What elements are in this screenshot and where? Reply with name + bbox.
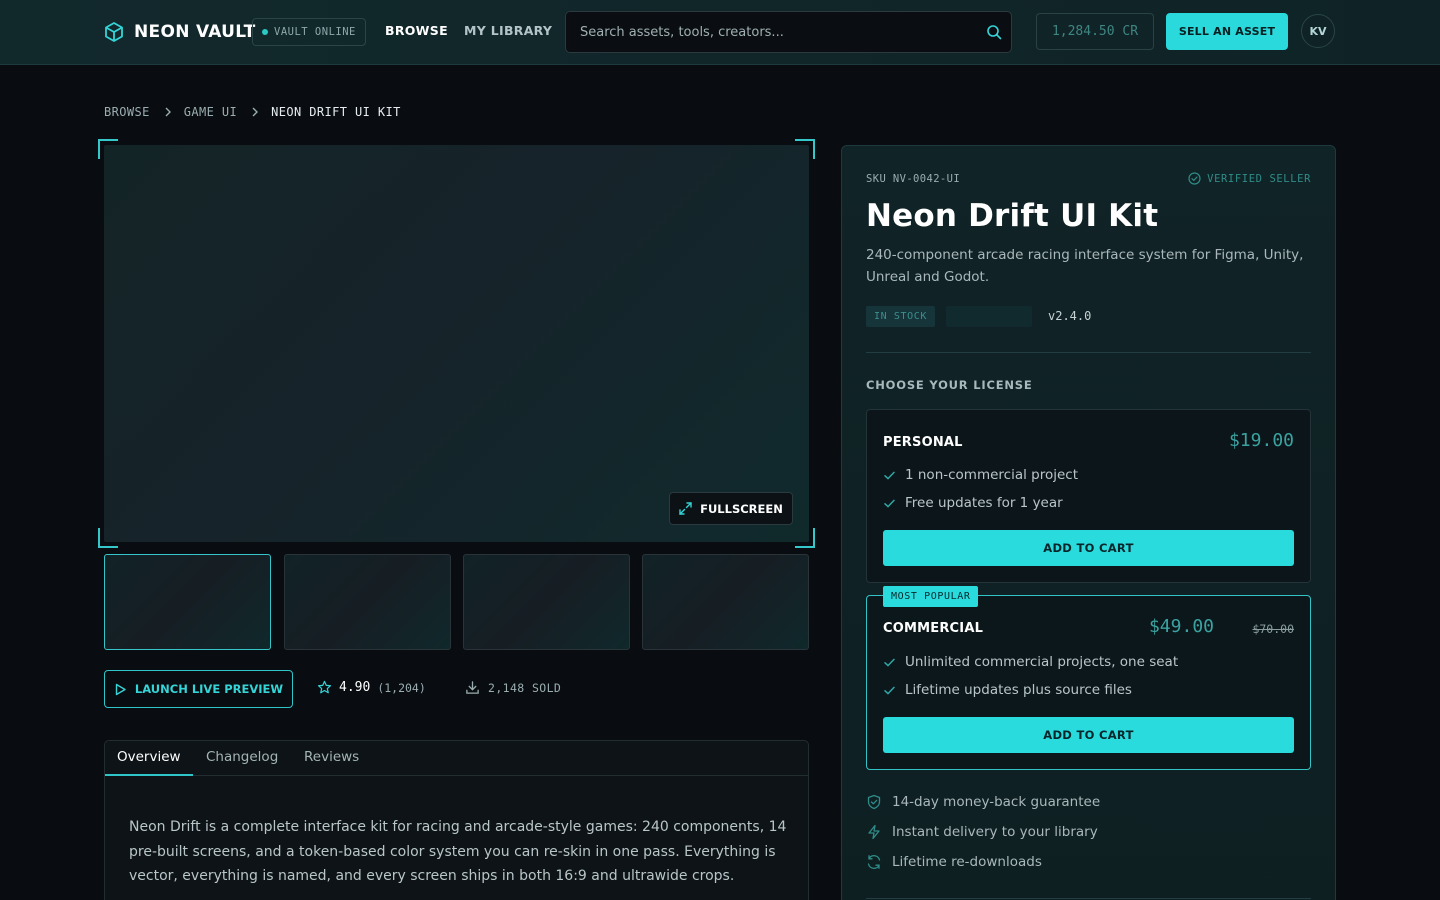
license-feature: 1 non-commercial project bbox=[883, 467, 1078, 483]
logo[interactable]: NEON VAULT bbox=[104, 21, 256, 43]
chevron-right-icon bbox=[165, 107, 171, 117]
overview-text: Neon Drift is a complete interface kit f… bbox=[129, 819, 787, 884]
check-icon bbox=[884, 499, 895, 508]
fullscreen-label: FULLSCREEN bbox=[700, 501, 783, 516]
search-input[interactable] bbox=[566, 12, 1011, 52]
tag-placeholder bbox=[946, 306, 1032, 327]
frame-corner-bottom-left bbox=[98, 528, 118, 548]
perk-delivery: Instant delivery to your library bbox=[866, 824, 1098, 840]
license-feature-text: Lifetime updates plus source files bbox=[905, 682, 1132, 698]
thumbnail-1[interactable] bbox=[104, 554, 271, 650]
play-icon bbox=[115, 683, 126, 695]
breadcrumb-browse[interactable]: BROWSE bbox=[104, 105, 150, 119]
license-feature: Unlimited commercial projects, one seat bbox=[883, 654, 1178, 670]
purchase-panel: SKU NV-0042-UI VERIFIED SELLER Neon Drif… bbox=[841, 145, 1336, 900]
thumbnail-4[interactable] bbox=[642, 554, 809, 650]
sold-count: 2,148 SOLD bbox=[465, 680, 561, 695]
breadcrumb-game-ui[interactable]: GAME UI bbox=[184, 105, 237, 119]
divider bbox=[866, 898, 1311, 899]
tab-overview[interactable]: Overview bbox=[105, 749, 193, 776]
breadcrumb: BROWSE GAME UI NEON DRIFT UI KIT bbox=[104, 105, 401, 119]
perk-text: Instant delivery to your library bbox=[892, 824, 1098, 840]
license-feature-text: Unlimited commercial projects, one seat bbox=[905, 654, 1179, 670]
rating-value: 4.90 bbox=[339, 680, 371, 695]
license-feature-text: 1 non-commercial project bbox=[905, 467, 1079, 483]
sell-asset-button[interactable]: SELL AN ASSET bbox=[1166, 13, 1288, 50]
perk-text: 14-day money-back guarantee bbox=[892, 794, 1101, 810]
launch-live-preview-button[interactable]: LAUNCH LIVE PREVIEW bbox=[104, 670, 293, 708]
license-feature: Free updates for 1 year bbox=[883, 495, 1063, 511]
shield-check-icon bbox=[867, 794, 881, 810]
lightning-icon bbox=[868, 824, 880, 840]
expand-icon bbox=[679, 502, 692, 515]
status-dot bbox=[262, 29, 268, 35]
license-heading: CHOOSE YOUR LICENSE bbox=[866, 378, 1033, 392]
vault-status-label: VAULT ONLINE bbox=[274, 26, 356, 38]
product-title: Neon Drift UI Kit bbox=[866, 198, 1159, 234]
tab-changelog[interactable]: Changelog bbox=[206, 749, 278, 773]
license-feature-text: Free updates for 1 year bbox=[905, 495, 1063, 511]
frame-corner-top-left bbox=[98, 139, 118, 159]
product-description: 240-component arcade racing interface sy… bbox=[866, 247, 1304, 285]
check-circle-icon bbox=[1188, 172, 1201, 185]
top-bar: NEON VAULT VAULT ONLINE BROWSE MY LIBRAR… bbox=[0, 0, 1440, 65]
nav-browse[interactable]: BROWSE bbox=[385, 23, 448, 38]
vault-status-badge: VAULT ONLINE bbox=[252, 18, 366, 46]
add-to-cart-personal-button[interactable]: ADD TO CART bbox=[883, 530, 1294, 566]
star-icon bbox=[317, 680, 332, 694]
perk-redownload: Lifetime re-downloads bbox=[866, 854, 1042, 870]
license-name: COMMERCIAL bbox=[883, 621, 984, 636]
avatar[interactable]: KV bbox=[1301, 14, 1335, 48]
frame-corner-bottom-right bbox=[795, 528, 815, 548]
rating-count: (1,204) bbox=[377, 680, 426, 695]
license-price: $19.00 bbox=[1228, 430, 1294, 451]
version-label: v2.4.0 bbox=[1048, 309, 1092, 323]
search-icon[interactable] bbox=[986, 24, 1002, 40]
check-icon bbox=[884, 686, 895, 695]
license-card-personal[interactable]: PERSONAL $19.00 1 non-commercial project… bbox=[866, 409, 1311, 583]
nav-my-library[interactable]: MY LIBRARY bbox=[464, 23, 552, 38]
live-preview-label: LAUNCH LIVE PREVIEW bbox=[134, 682, 284, 696]
refresh-icon bbox=[867, 855, 881, 869]
cube-icon bbox=[105, 22, 123, 42]
check-icon bbox=[884, 658, 895, 667]
sku-label: SKU NV-0042-UI bbox=[866, 173, 961, 185]
breadcrumb-current: NEON DRIFT UI KIT bbox=[271, 105, 401, 119]
rating[interactable]: 4.90 (1,204) bbox=[317, 680, 426, 695]
divider bbox=[866, 352, 1311, 353]
license-feature: Lifetime updates plus source files bbox=[883, 682, 1132, 698]
frame-corner-top-right bbox=[795, 139, 815, 159]
tab-bar: Overview Changelog Reviews bbox=[105, 741, 808, 776]
add-to-cart-commercial-button[interactable]: ADD TO CART bbox=[883, 717, 1294, 753]
fullscreen-button[interactable]: FULLSCREEN bbox=[669, 492, 793, 525]
license-price: $49.00 bbox=[1148, 616, 1214, 637]
verified-label: VERIFIED SELLER bbox=[1207, 172, 1311, 185]
license-old-price: $70.00 bbox=[1252, 622, 1294, 636]
details-panel: Overview Changelog Reviews Neon Drift is… bbox=[104, 740, 809, 900]
check-icon bbox=[884, 471, 895, 480]
license-card-commercial[interactable]: MOST POPULAR COMMERCIAL $49.00 $70.00 Un… bbox=[866, 586, 1311, 770]
tab-reviews[interactable]: Reviews bbox=[304, 749, 359, 773]
stock-badge: IN STOCK bbox=[866, 306, 935, 327]
most-popular-badge: MOST POPULAR bbox=[883, 586, 979, 607]
logo-text: NEON VAULT bbox=[134, 22, 256, 42]
main-preview-image[interactable] bbox=[104, 145, 809, 542]
thumbnail-2[interactable] bbox=[284, 554, 451, 650]
license-name: PERSONAL bbox=[883, 435, 963, 450]
perk-text: Lifetime re-downloads bbox=[892, 854, 1042, 870]
search-bar bbox=[565, 11, 1012, 53]
verified-seller-badge: VERIFIED SELLER bbox=[1188, 172, 1311, 185]
thumbnail-3[interactable] bbox=[463, 554, 630, 650]
chevron-right-icon bbox=[252, 107, 259, 117]
perk-guarantee: 14-day money-back guarantee bbox=[866, 794, 1100, 810]
credit-balance[interactable]: 1,284.50 CR bbox=[1036, 13, 1154, 50]
download-icon bbox=[466, 681, 479, 694]
sold-label: 2,148 SOLD bbox=[488, 680, 562, 695]
